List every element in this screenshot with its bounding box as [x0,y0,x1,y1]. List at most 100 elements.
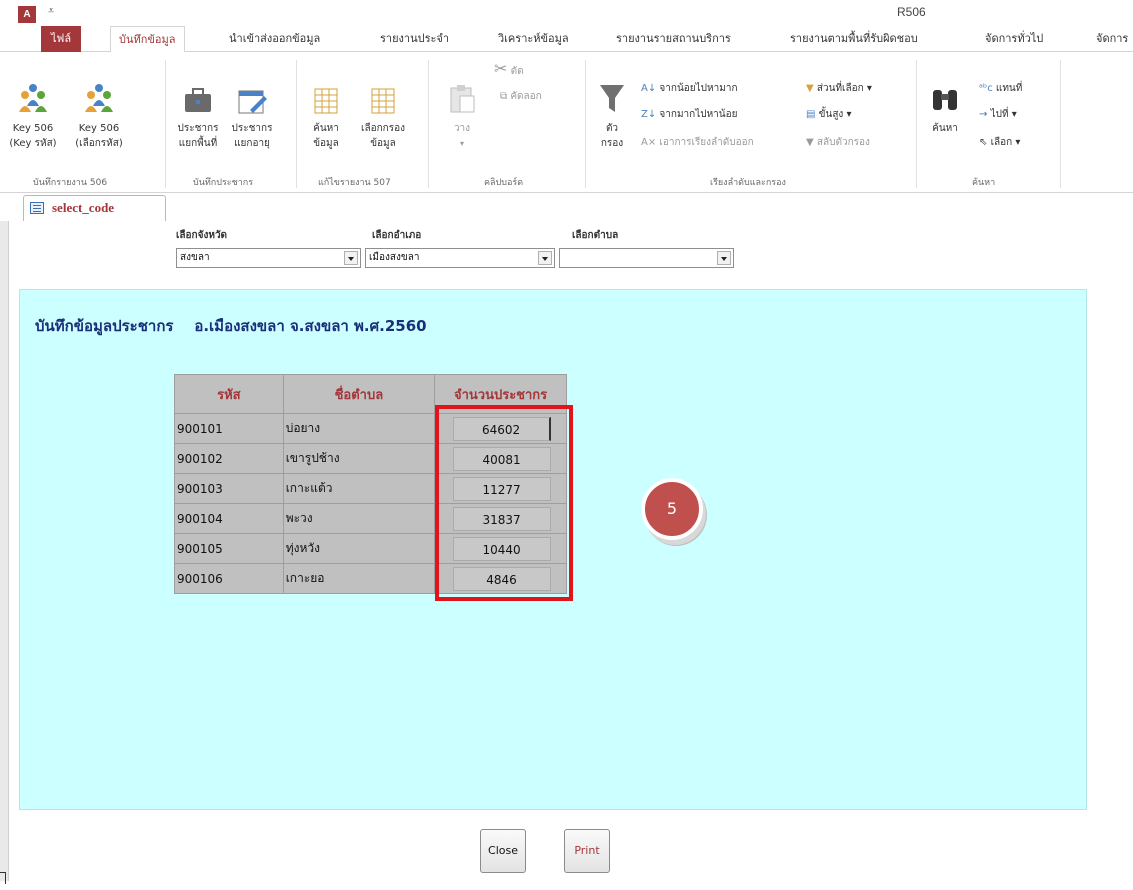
tab-general[interactable]: จัดการทั่วไป [985,26,1043,52]
sort-ascending-button[interactable]: A↓ จากน้อยไปหามาก [641,82,738,96]
province-combo[interactable]: สงขลา [176,248,361,268]
users-icon [85,84,113,112]
subdistrict-label: เลือกตำบล [572,230,619,241]
remove-sort-label: เอาการเรียงลำดับออก [659,137,754,148]
subdistrict-cell[interactable]: ทุ่งหวัง [282,533,436,564]
tab-record-data[interactable]: บันทึกข้อมูล [110,26,185,53]
copy-icon: ⧉ [500,91,508,102]
code-cell[interactable]: 900104 [174,503,284,534]
tab-facility-report[interactable]: รายงานรายสถานบริการ [616,26,731,52]
sort-descending-icon: Z↓ [641,109,657,120]
subdistrict-cell[interactable]: เกาะยอ [282,563,436,594]
print-button[interactable]: Print [564,829,610,873]
key506-code-button[interactable]: Key 506 (Key รหัส) [3,82,63,151]
tab-manage[interactable]: จัดการ [1096,26,1128,52]
advanced-filter-icon: ▤ [806,109,816,120]
subdistrict-cell[interactable]: เขารูปช้าง [282,443,436,474]
key506-code-label: Key 506 (Key รหัส) [9,123,57,149]
advanced-filter-button[interactable]: ▤ ขั้นสูง ▾ [806,108,852,122]
search-data-button[interactable]: ค้นหา ข้อมูล [305,86,347,151]
find-button[interactable]: ค้นหา [925,82,965,136]
key506-select-button[interactable]: Key 506 (เลือกรหัส) [68,82,130,151]
title-bar: A ⩡ R506 [0,0,1133,26]
replace-button[interactable]: ᵃᵇc แทนที่ [979,82,1022,96]
document-tab-select-code[interactable]: select_code [23,195,166,221]
group-label-find: ค้นหา [972,178,996,188]
arrow-right-icon: → [979,109,988,120]
paste-dropdown-icon[interactable]: ▾ [445,136,479,151]
access-app-icon[interactable]: A [18,6,36,23]
column-header-code: รหัส [174,374,284,414]
navigation-pane-strip[interactable] [0,221,9,881]
tab-analysis[interactable]: วิเคราะห์ข้อมูล [498,26,569,52]
step-number-badge: 5 [641,478,703,540]
key506-select-label: Key 506 (เลือกรหัส) [75,123,123,149]
sort-descending-label: จากมากไปหาน้อย [659,109,738,120]
province-value: สงขลา [180,252,210,263]
code-cell[interactable]: 900103 [174,473,284,504]
district-combo[interactable]: เมืองสงขลา [365,248,555,268]
chevron-down-icon[interactable] [344,251,358,265]
replace-label: แทนที่ [995,83,1023,94]
remove-sort-button[interactable]: A⨯ เอาการเรียงลำดับออก [641,136,754,150]
form-icon [30,202,44,214]
tab-area-report[interactable]: รายงานตามพื้นที่รับผิดชอบ [790,26,918,52]
group-label-population: บันทึกประชากร [193,178,254,188]
population-by-area-label: ประชากร แยกพื้นที่ [177,123,219,149]
funnel-icon [600,85,624,112]
goto-button[interactable]: → ไปที่ ▾ [979,108,1017,122]
users-icon [19,84,47,112]
copy-button[interactable]: ⧉ คัดลอก [500,90,542,104]
column-header-subdistrict: ชื่อตำบล [282,374,436,414]
cut-button[interactable]: ✂ ตัด [494,59,524,79]
tab-import-export[interactable]: นำเข้าส่งออกข้อมูล [229,26,320,52]
ribbon-separator [585,60,586,188]
group-label-506: บันทึกรายงาน 506 [33,178,108,188]
code-cell[interactable]: 900105 [174,533,284,564]
subdistrict-cell[interactable]: เกาะแต้ว [282,473,436,504]
toggle-filter-button[interactable]: ▼ สลับตัวกรอง [806,136,870,150]
code-cell[interactable]: 900102 [174,443,284,474]
scissors-icon: ✂ [494,59,508,78]
ribbon-separator [428,60,429,188]
quick-access-dropdown-icon[interactable]: ⩡ [48,4,54,18]
ribbon-separator [916,60,917,188]
population-column-highlight [435,405,573,601]
subdistrict-cell[interactable]: บ่อยาง [282,413,436,444]
group-label-sort-filter: เรียงลำดับและกรอง [710,178,786,188]
code-cell[interactable]: 900106 [174,563,284,594]
ribbon-separator [296,60,297,188]
sort-descending-button[interactable]: Z↓ จากมากไปหาน้อย [641,108,738,122]
briefcase-icon [185,88,211,112]
close-button[interactable]: Close [480,829,526,873]
code-cell[interactable]: 900101 [174,413,284,444]
clear-sort-icon: A⨯ [641,137,657,148]
paste-label: วาง [453,123,471,134]
chevron-down-icon[interactable] [538,251,552,265]
paste-button[interactable]: วาง ▾ [445,82,479,151]
funnel-icon: ▼ [806,137,814,148]
selection-filter-label: ส่วนที่เลือก ▾ [816,83,872,94]
copy-label: คัดลอก [510,91,542,102]
subdistrict-combo[interactable] [559,248,734,268]
filter-data-label: เลือกกรอง ข้อมูล [361,123,405,149]
population-by-area-button[interactable]: ประชากร แยกพื้นที่ [172,86,224,151]
population-by-age-button[interactable]: ประชากร แยกอายุ [226,86,278,151]
chevron-down-icon[interactable] [717,251,731,265]
subdistrict-cell[interactable]: พะวง [282,503,436,534]
calendar-edit-icon [238,90,267,114]
window-title: R506 [897,5,926,19]
selection-filter-button[interactable]: ▼ ส่วนที่เลือก ▾ [806,82,872,96]
document-tab-bar: select_code [9,193,1133,221]
advanced-filter-label: ขั้นสูง ▾ [818,109,852,120]
select-button[interactable]: ⇖ เลือก ▾ [979,136,1020,150]
ribbon-separator [165,60,166,188]
report-heading: บันทึกข้อมูลประชากร อ.เมืองสงขลา จ.สงขลา… [35,317,427,335]
tab-routine-report[interactable]: รายงานประจำ [380,26,449,52]
tab-file[interactable]: ไฟล์ [41,26,82,52]
filter-data-button[interactable]: เลือกกรอง ข้อมูล [355,86,411,151]
filter-button[interactable]: ตัว กรอง [595,82,629,151]
cut-label: ตัด [510,66,524,77]
sort-ascending-icon: A↓ [641,83,657,94]
toggle-filter-label: สลับตัวกรอง [816,137,870,148]
